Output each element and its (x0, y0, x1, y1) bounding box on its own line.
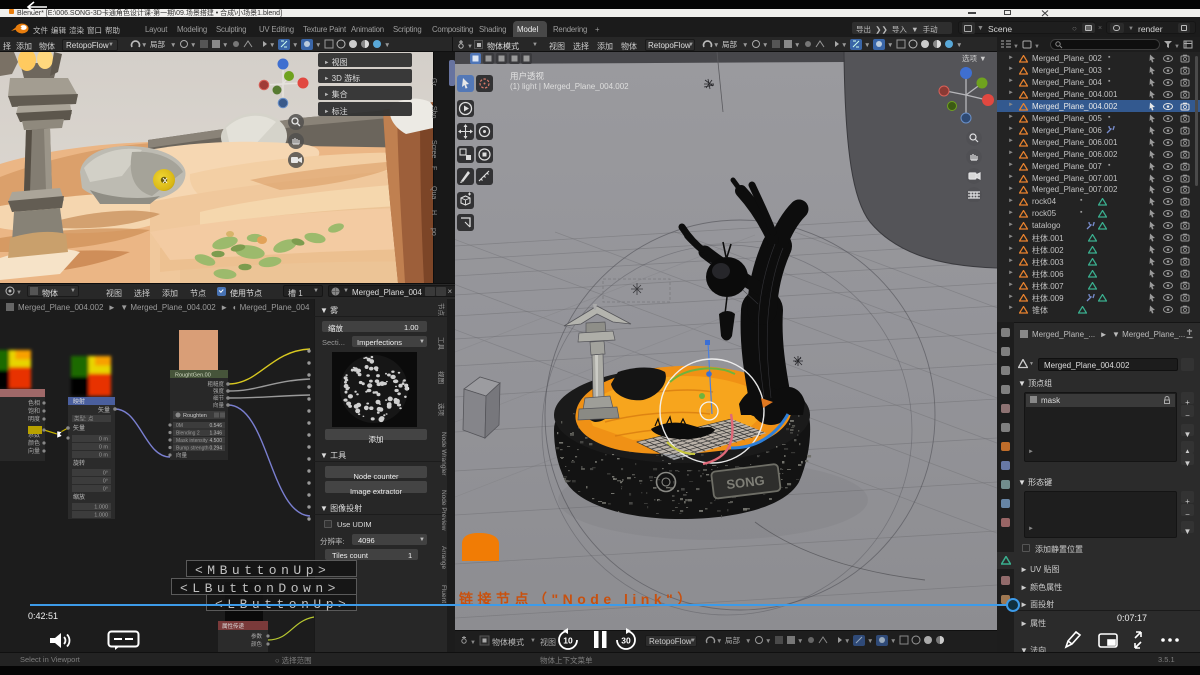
svg-text:强度: 强度 (213, 387, 225, 395)
svg-text:Bump strength: Bump strength (176, 446, 209, 452)
svg-text:▼: ▼ (170, 42, 176, 49)
svg-text:向量: 向量 (213, 401, 225, 409)
svg-text:▼: ▼ (292, 42, 298, 49)
svg-text:▼: ▼ (887, 42, 893, 49)
svg-text:▼: ▼ (315, 42, 321, 49)
svg-text:0°: 0° (103, 479, 108, 485)
svg-text:0 m: 0 m (99, 437, 109, 443)
svg-text:0M: 0M (176, 423, 183, 429)
svg-text:▼: ▼ (1013, 44, 1019, 50)
svg-text:缩放: 缩放 (73, 493, 85, 501)
svg-text:RoughtGen.00: RoughtGen.00 (175, 373, 211, 379)
svg-text:▼: ▼ (794, 42, 800, 49)
svg-text:局部: 局部 (722, 39, 737, 49)
svg-text:细节: 细节 (213, 394, 225, 402)
svg-text:旋转: 旋转 (73, 459, 85, 467)
svg-text:向量: 向量 (176, 451, 188, 459)
svg-text:▼: ▼ (956, 42, 962, 49)
svg-text:▼: ▼ (222, 42, 228, 49)
svg-text:局部: 局部 (150, 39, 165, 49)
svg-text:10: 10 (563, 636, 573, 646)
svg-text:▼: ▼ (470, 640, 476, 646)
svg-text:0 m: 0 m (99, 445, 109, 451)
svg-text:参数: 参数 (251, 632, 263, 640)
svg-text:0°: 0° (103, 487, 108, 493)
svg-text:▼: ▼ (716, 638, 722, 645)
svg-text:0.294: 0.294 (209, 446, 222, 452)
svg-text:▼: ▼ (867, 638, 873, 645)
svg-text:▼: ▼ (742, 42, 748, 49)
svg-text:矢量: 矢量 (98, 406, 110, 414)
svg-text:1.000: 1.000 (94, 505, 108, 511)
svg-text:▼: ▼ (844, 638, 850, 645)
svg-text:▼: ▼ (16, 290, 22, 296)
svg-text:▼: ▼ (713, 42, 719, 49)
svg-text:向量: 向量 (28, 447, 40, 455)
svg-text:矢量: 矢量 (73, 424, 85, 432)
svg-text:映射: 映射 (73, 398, 85, 406)
svg-text:Blending 2: Blending 2 (176, 431, 200, 437)
svg-text:▼: ▼ (1034, 44, 1040, 50)
svg-text:Mask intensity: Mask intensity (176, 438, 208, 444)
svg-text:▼: ▼ (384, 42, 390, 49)
svg-text:▼: ▼ (797, 638, 803, 645)
svg-text:0 m: 0 m (99, 453, 109, 459)
svg-text:属性传递: 属性传递 (222, 622, 245, 630)
svg-text:0.546: 0.546 (209, 423, 222, 429)
svg-text:▼: ▼ (864, 42, 870, 49)
svg-text:▼: ▼ (890, 638, 896, 645)
svg-text:▼: ▼ (269, 42, 275, 49)
svg-text:颜色: 颜色 (28, 439, 40, 447)
svg-text:局部: 局部 (725, 635, 740, 645)
svg-text:饱和: 饱和 (28, 407, 40, 415)
svg-text:0°: 0° (103, 471, 108, 477)
svg-text:▼: ▼ (762, 42, 768, 49)
svg-text:类型: 点: 类型: 点 (74, 415, 94, 423)
svg-text:▼: ▼ (765, 638, 771, 645)
svg-text:Roughten: Roughten (183, 413, 207, 419)
svg-text:▼: ▼ (1174, 44, 1180, 50)
svg-text:1.346: 1.346 (209, 431, 222, 437)
svg-text:▼: ▼ (190, 42, 196, 49)
svg-text:粗糙度: 粗糙度 (207, 380, 224, 388)
svg-text:4.500: 4.500 (209, 438, 222, 444)
svg-text:明度: 明度 (28, 415, 40, 423)
svg-text:色相: 色相 (28, 399, 40, 407)
svg-text:▼: ▼ (745, 638, 751, 645)
svg-text:1.000: 1.000 (94, 513, 108, 519)
svg-text:30: 30 (621, 636, 631, 646)
svg-text:▼: ▼ (841, 42, 847, 49)
svg-text:▼: ▼ (141, 42, 147, 49)
svg-text:颜色: 颜色 (251, 640, 263, 648)
svg-text:▼: ▼ (467, 44, 473, 50)
